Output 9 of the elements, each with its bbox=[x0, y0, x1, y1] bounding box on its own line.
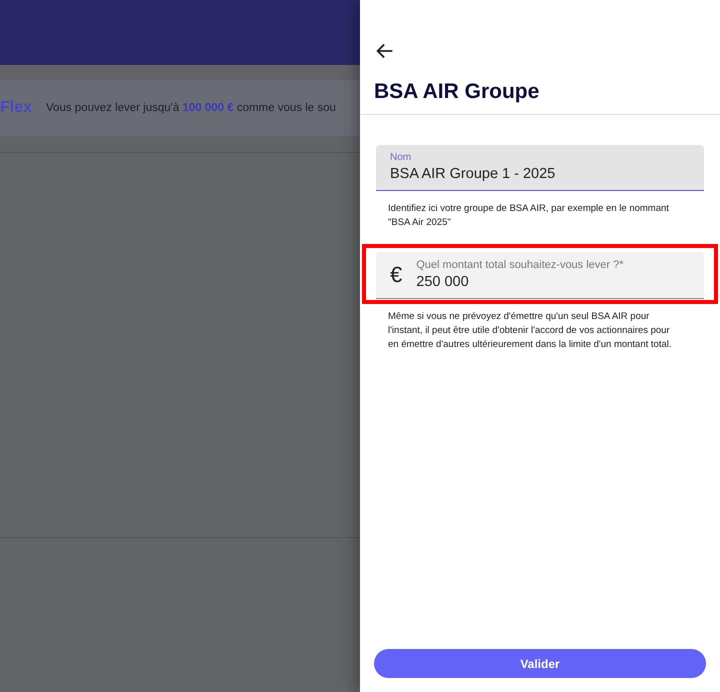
euro-sign: € bbox=[390, 262, 402, 288]
banner-title: Flex bbox=[0, 99, 32, 117]
help-text: Même si vous ne prévoyez d'émettre qu'un seul BSA AIR pour l'instant, il peut être utile d'obtenir l'accord de vos actionnaires pour en émettre d'autres ultérieurement dans la limite d'un montant total. bbox=[388, 310, 673, 352]
submit-button[interactable]: Valider bbox=[374, 649, 706, 678]
help-text: Identifiez ici votre groupe de BSA AIR, par exemple en le nommant "BSA Air 2025" bbox=[388, 202, 670, 230]
banner-text: Vous pouvez lever jusqu'à 100 000 € comme vous le sou bbox=[46, 102, 336, 114]
name-field[interactable]: Nom BSA AIR Groupe 1 - 2025 bbox=[376, 145, 704, 191]
amount-field[interactable]: € Quel montant total souhaitez-vous lever ?* 250 000 bbox=[376, 252, 704, 299]
panel-title: BSA AIR Groupe bbox=[374, 80, 540, 104]
